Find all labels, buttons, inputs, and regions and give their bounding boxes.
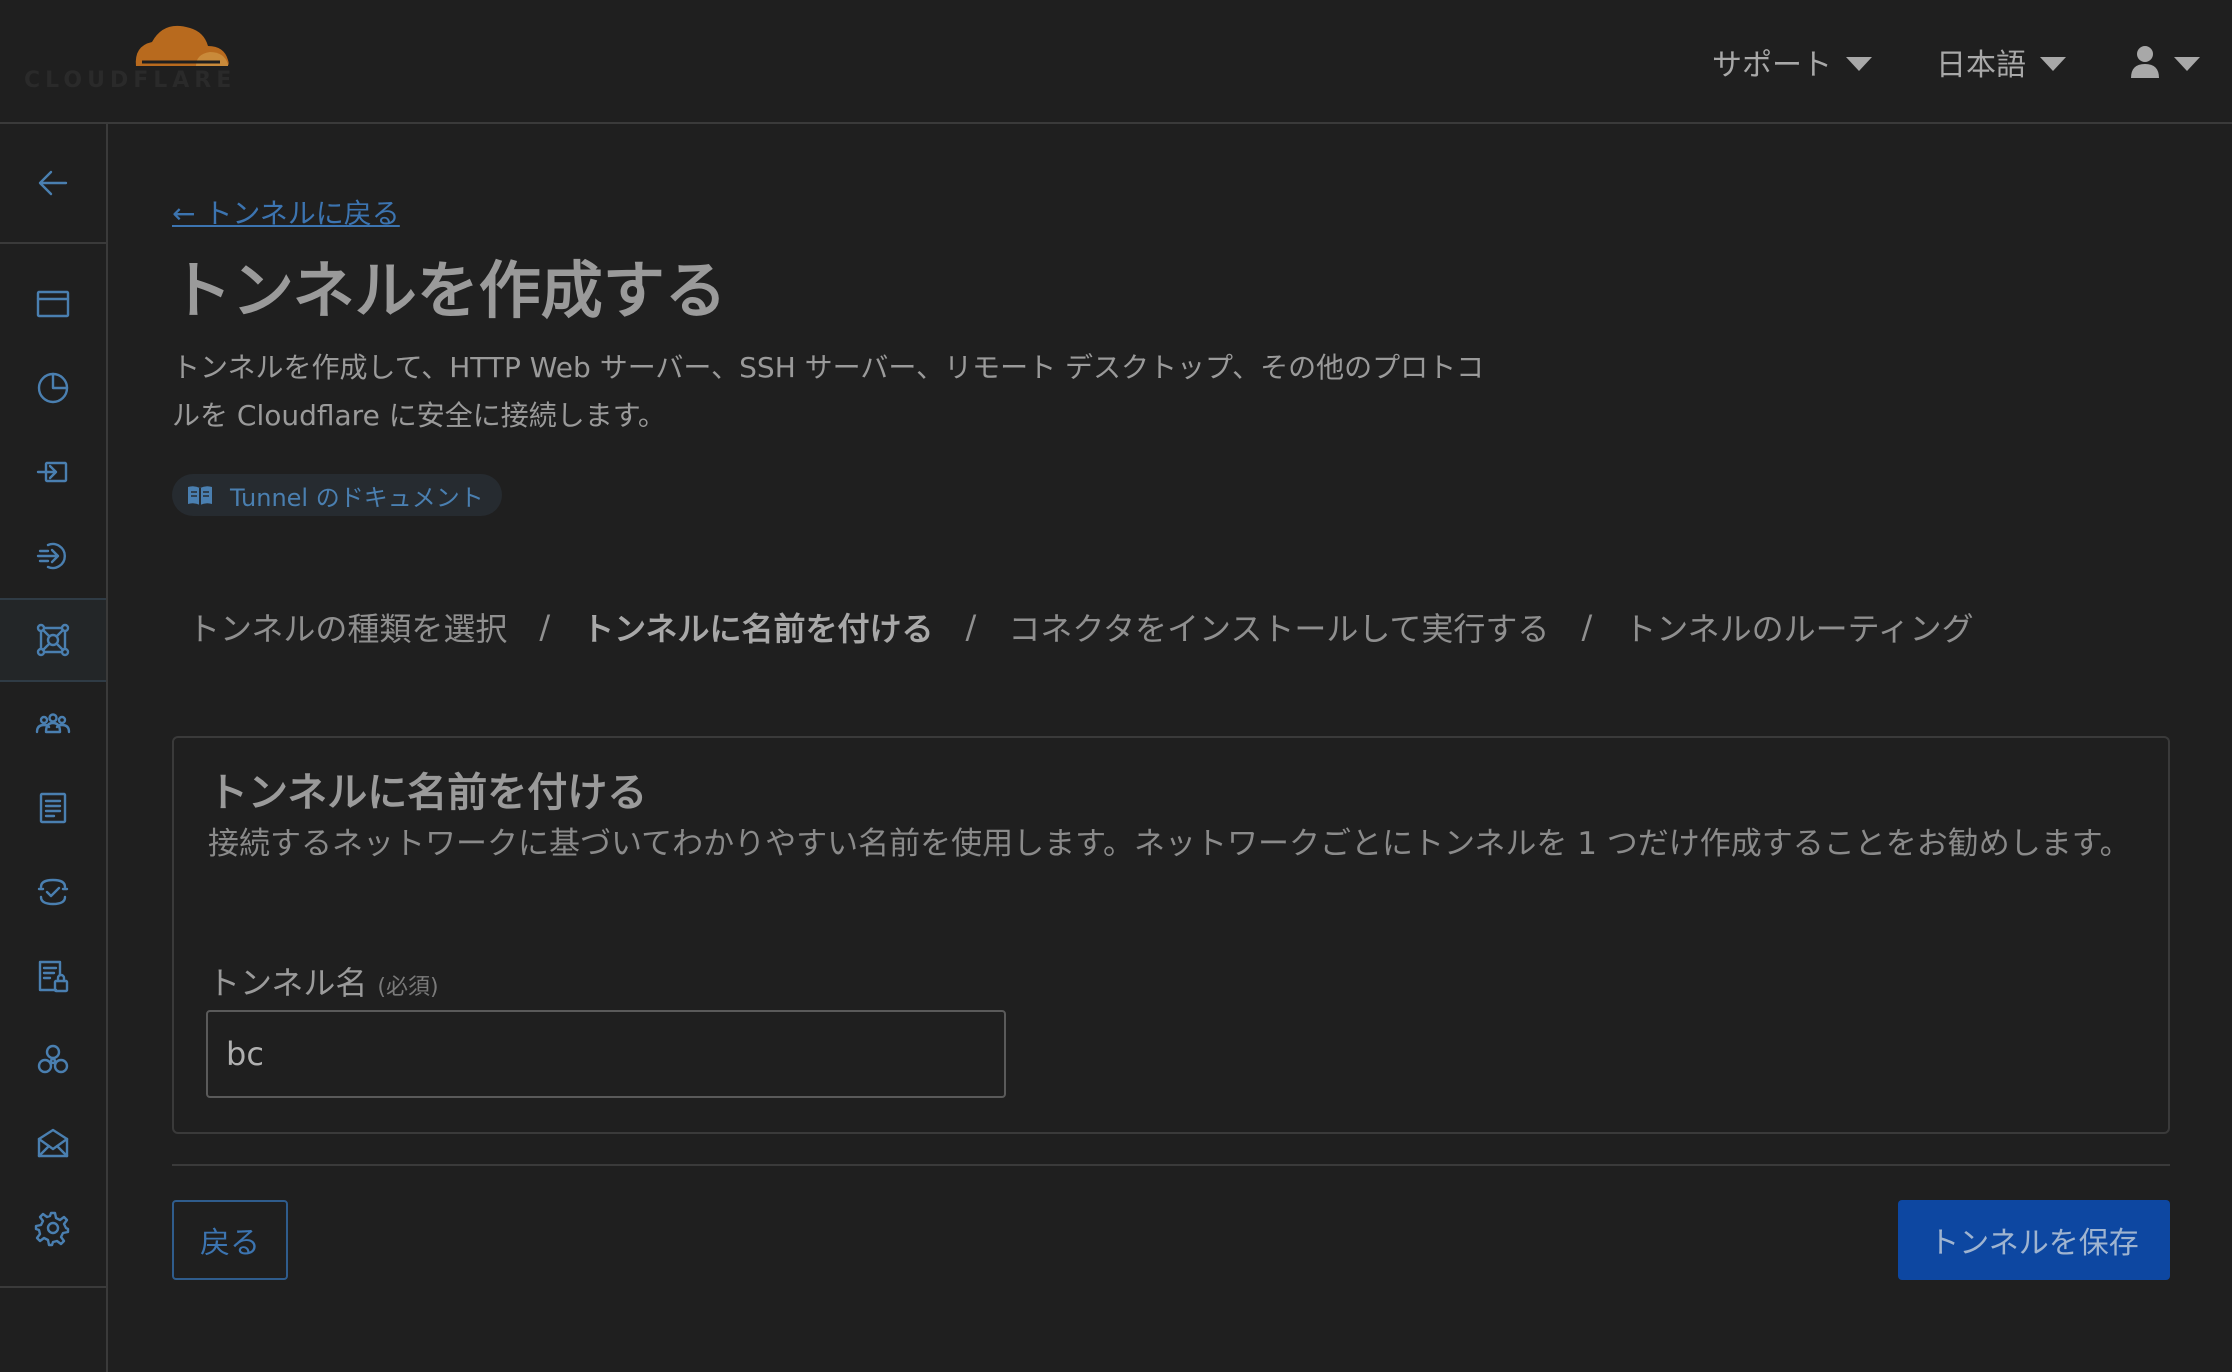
sidebar-item-networks[interactable] <box>0 598 106 682</box>
save-tunnel-button[interactable]: トンネルを保存 <box>1898 1200 2170 1280</box>
pie-chart-icon <box>37 372 69 404</box>
support-menu-label: サポート <box>1712 48 1832 83</box>
user-menu[interactable] <box>2130 40 2200 84</box>
integrations-icon <box>37 1044 69 1074</box>
step-breadcrumb: トンネルの種類を選択 / トンネルに名前を付ける / コネクタをインストールして… <box>188 604 1974 650</box>
page-title: トンネルを作成する <box>170 254 727 327</box>
user-icon <box>2131 46 2159 78</box>
language-menu[interactable]: 日本語 <box>1936 40 2066 84</box>
book-icon <box>188 486 212 505</box>
dex-monitoring-icon <box>37 878 69 906</box>
card-description: 接続するネットワークに基づいてわかりやすい名前を使用します。ネットワークごとにト… <box>208 826 2131 862</box>
chevron-down-icon <box>1846 57 1872 71</box>
team-icon <box>35 713 71 734</box>
tunnel-name-input[interactable] <box>206 1010 1006 1098</box>
support-menu[interactable]: サポート <box>1712 40 1872 84</box>
back-to-tunnels-link[interactable]: ← トンネルに戻る <box>172 192 400 232</box>
browser-window-icon <box>36 290 70 318</box>
sidebar-item-analytics[interactable] <box>0 346 106 430</box>
sidebar-item-websites[interactable] <box>0 262 106 346</box>
chevron-down-icon <box>2040 57 2066 71</box>
cloudflare-logo[interactable]: CLOUDFLARE <box>24 16 244 96</box>
tunnel-name-label-text: トンネル名 <box>208 964 368 1002</box>
step-select-type[interactable]: トンネルの種類を選択 <box>188 604 507 650</box>
step-separator: / <box>539 608 551 646</box>
step-name-tunnel: トンネルに名前を付ける <box>582 610 934 648</box>
arrow-left-icon <box>38 170 68 196</box>
logs-icon <box>39 792 67 824</box>
sidebar-item-dex[interactable] <box>0 850 106 934</box>
sidebar-item-email-security[interactable] <box>0 1102 106 1186</box>
step-separator: / <box>1581 608 1593 646</box>
sidebar-item-team[interactable] <box>0 682 106 766</box>
chevron-down-icon <box>2174 57 2200 71</box>
back-button[interactable]: 戻る <box>172 1200 288 1280</box>
sidebar-divider <box>0 1286 106 1288</box>
sidebar <box>0 124 108 1372</box>
sidebar-item-integrations[interactable] <box>0 1018 106 1102</box>
page-description: トンネルを作成して、HTTP Web サーバー、SSH サーバー、リモート デス… <box>172 351 1485 432</box>
required-marker: (必須) <box>377 975 439 1000</box>
sidebar-item-gateway[interactable] <box>0 430 106 514</box>
access-login-icon <box>36 542 66 570</box>
footer-divider <box>172 1164 2170 1166</box>
secure-document-icon <box>38 960 69 993</box>
main-content: ← トンネルに戻る トンネルを作成する トンネルを作成して、HTTP Web サ… <box>110 126 2232 1372</box>
settings-icon <box>34 1211 70 1247</box>
sidebar-item-settings[interactable] <box>0 1186 106 1270</box>
language-menu-label: 日本語 <box>1936 48 2026 83</box>
tunnel-docs-label: Tunnel のドキュメント <box>230 483 484 512</box>
sidebar-item-secure-docs[interactable] <box>0 934 106 1018</box>
sidebar-item-logs[interactable] <box>0 766 106 850</box>
sidebar-item-access[interactable] <box>0 514 106 598</box>
step-install-connector: コネクタをインストールして実行する <box>1008 610 1550 648</box>
tunnel-docs-link[interactable]: Tunnel のドキュメント <box>172 474 502 516</box>
network-icon <box>36 623 70 657</box>
top-header: CLOUDFLARE サポート 日本語 <box>0 0 2232 124</box>
card-title: トンネルに名前を付ける <box>208 770 648 816</box>
step-route-tunnel: トンネルのルーティング <box>1624 610 1974 648</box>
logo-wordmark: CLOUDFLARE <box>24 68 237 93</box>
gateway-icon <box>36 461 68 483</box>
email-security-icon <box>37 1128 69 1158</box>
sidebar-back-button[interactable] <box>0 124 106 244</box>
tunnel-name-label: トンネル名 (必須) <box>208 958 439 1004</box>
step-separator: / <box>965 608 977 646</box>
